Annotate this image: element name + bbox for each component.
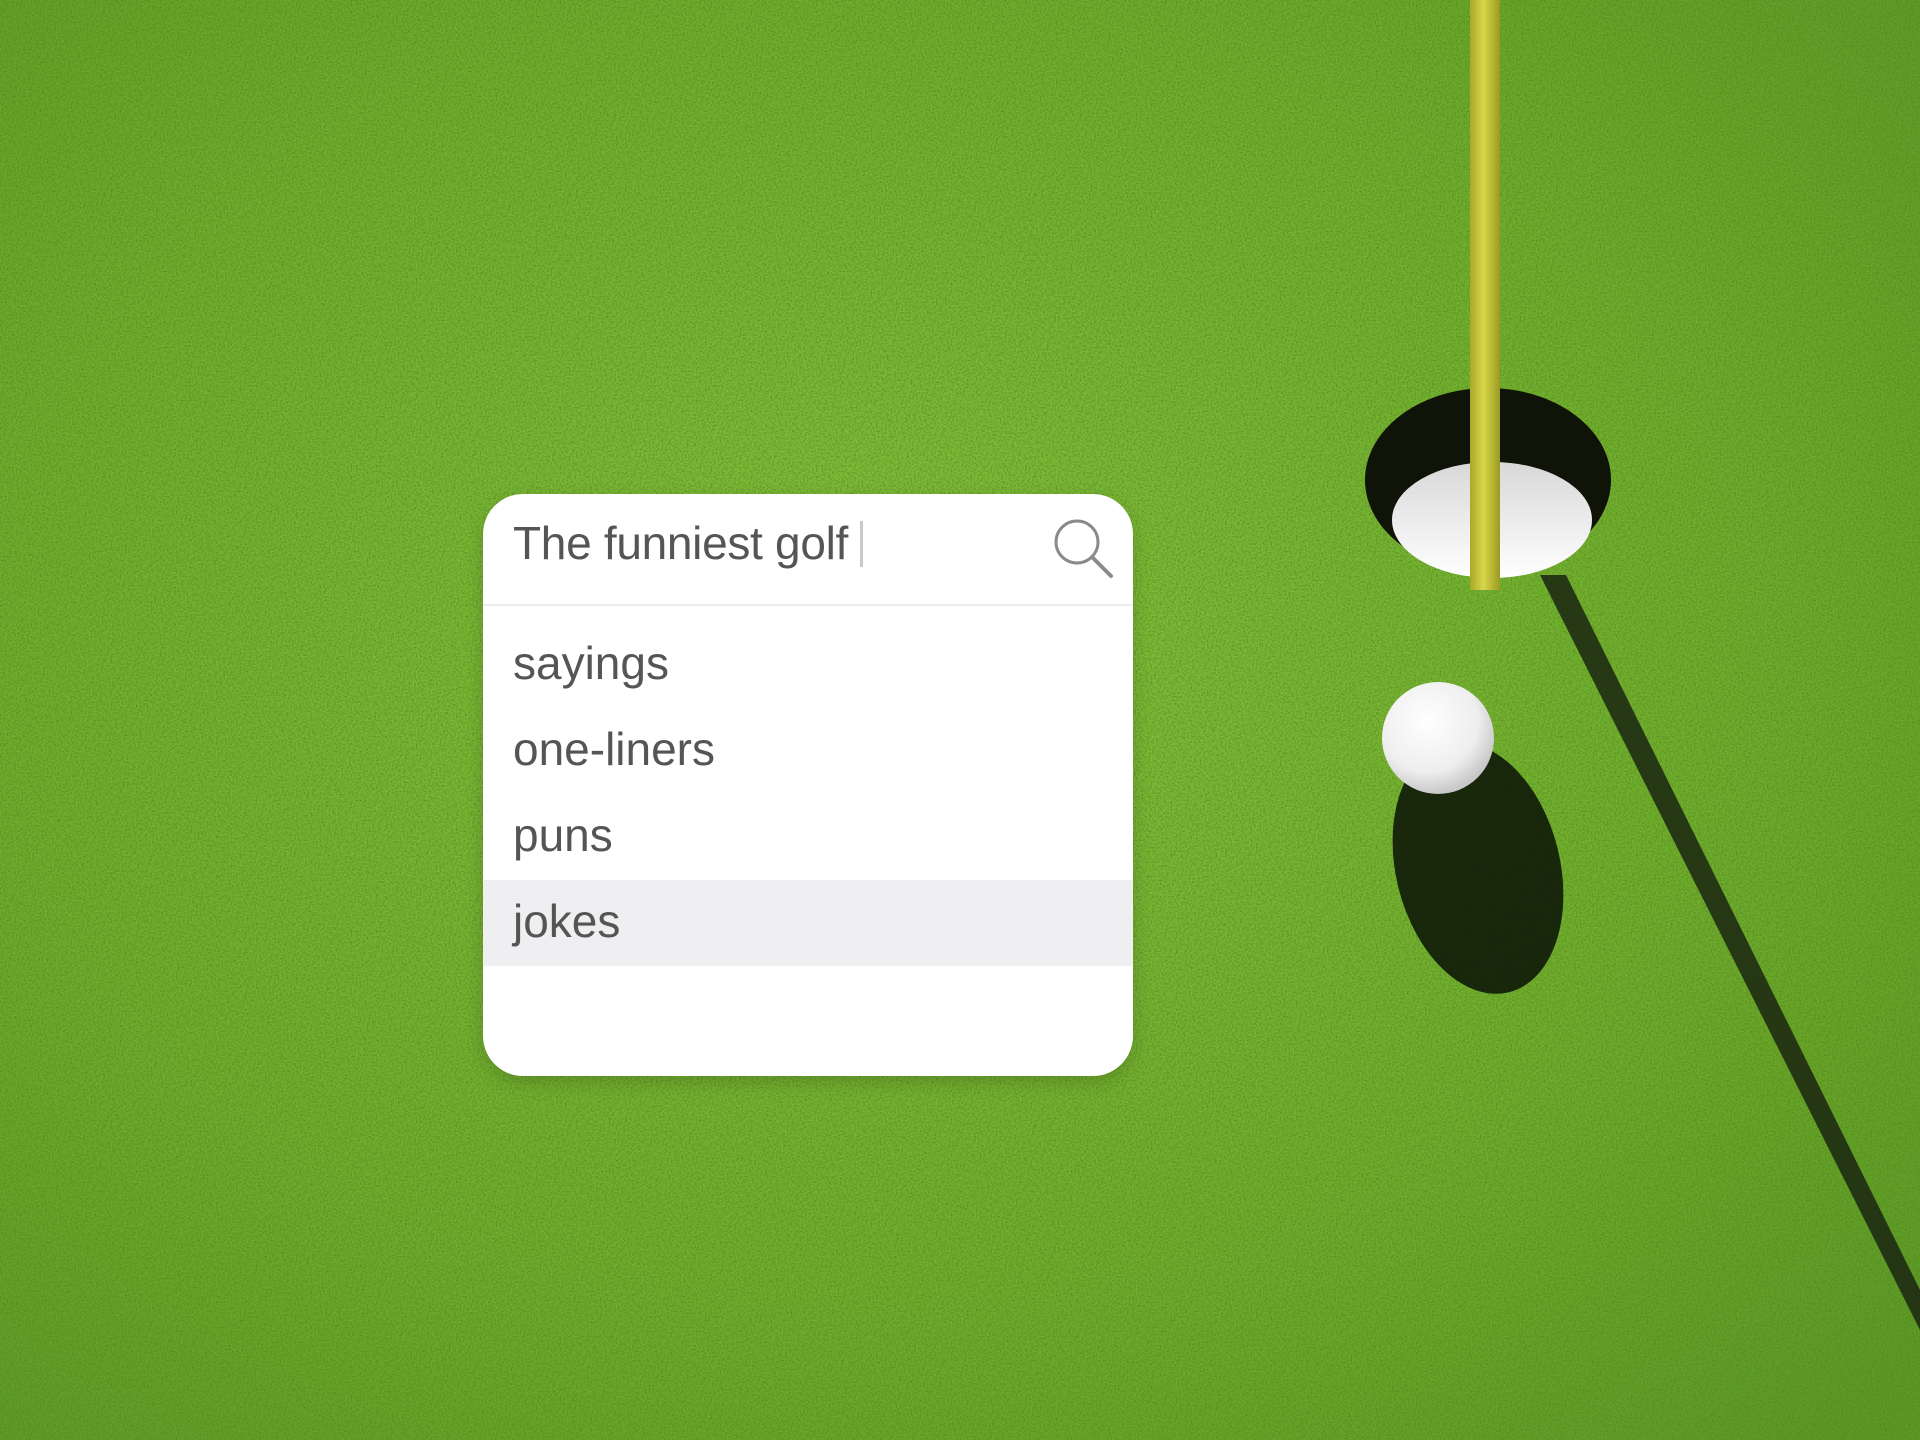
golf-scene: The funniest golf sayings one-liners pun… bbox=[0, 0, 1920, 1440]
flagstick bbox=[1470, 0, 1500, 590]
search-icon[interactable] bbox=[1047, 512, 1119, 584]
suggestion-label: one-liners bbox=[513, 723, 715, 775]
suggestion-label: puns bbox=[513, 809, 613, 861]
search-query-text: The funniest golf bbox=[513, 517, 849, 569]
suggestion-label: jokes bbox=[513, 895, 621, 947]
search-autocomplete-card: The funniest golf sayings one-liners pun… bbox=[483, 494, 1133, 1076]
text-caret bbox=[860, 521, 864, 567]
golf-ball bbox=[1382, 682, 1494, 794]
suggestion-item-jokes[interactable]: jokes bbox=[483, 880, 1133, 966]
suggestion-label: sayings bbox=[513, 637, 669, 689]
suggestion-item-puns[interactable]: puns bbox=[483, 794, 1133, 880]
search-bar[interactable]: The funniest golf bbox=[483, 494, 1133, 606]
suggestion-list: sayings one-liners puns jokes bbox=[483, 622, 1133, 966]
search-input[interactable]: The funniest golf bbox=[513, 516, 864, 570]
suggestion-item-sayings[interactable]: sayings bbox=[483, 622, 1133, 708]
suggestion-item-one-liners[interactable]: one-liners bbox=[483, 708, 1133, 794]
